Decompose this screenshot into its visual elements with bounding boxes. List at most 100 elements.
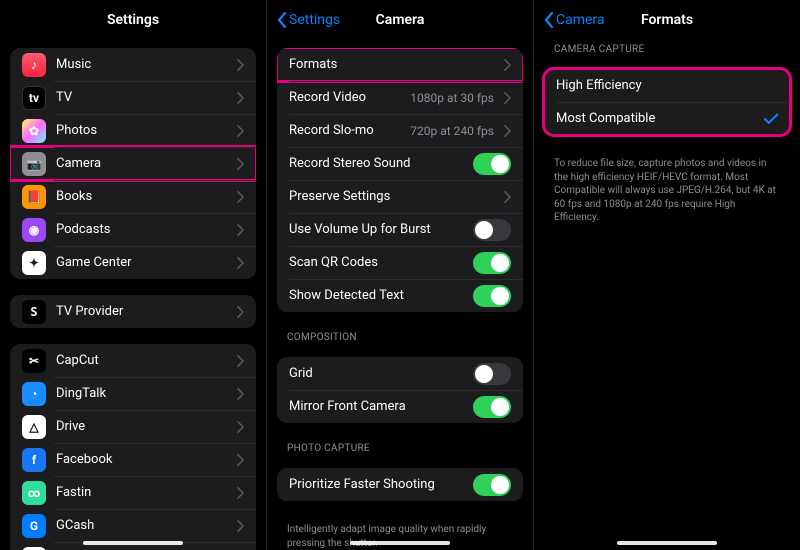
row-grid[interactable]: Grid [277,357,523,390]
camera-pane: Settings Camera Formats Record Video1080p… [266,0,533,550]
chevron-right-icon [237,355,244,367]
chevron-right-icon [504,59,511,71]
row-formats[interactable]: Formats [277,48,523,81]
row-detail: 720p at 240 fps [410,124,494,138]
chevron-right-icon [237,520,244,532]
chevron-right-icon [237,125,244,137]
row-label: DingTalk [56,386,227,401]
row-label: TV Provider [56,304,227,319]
settings-pane: Settings ♪Music tv TV ✿Photos 📷 Camera 📕 Books ◉… [0,0,266,550]
chevron-right-icon [237,388,244,400]
settings-row-tv-provider[interactable]: STV Provider [10,295,256,328]
music-icon: ♪ [22,53,46,77]
books-icon: 📕 [22,185,46,209]
chevron-right-icon [237,257,244,269]
fastin-icon: ∞ [22,481,46,505]
settings-row-gcash[interactable]: G GCash [10,509,256,542]
row-label: Camera [56,156,227,171]
back-button[interactable]: Settings [277,12,340,28]
navbar-camera: Settings Camera [267,0,533,40]
home-indicator[interactable] [350,541,450,545]
chevron-right-icon [504,191,511,203]
row-label: Photos [56,123,227,138]
row-label: Game Center [56,255,227,270]
toggle-mirror-front-camera[interactable] [473,396,511,418]
home-indicator[interactable] [83,541,183,545]
settings-group: ✂CapCut ◔ DingTalk △ Drive fFacebook ∞ Fastin GG… [10,344,256,550]
navbar-formats: Camera Formats [534,0,800,40]
row-label: Show Detected Text [289,288,463,303]
gamecenter-icon: ✦ [22,251,46,275]
row-record-slo-mo[interactable]: Record Slo-mo720p at 240 fps [277,114,523,147]
formats-pane: Camera Formats Camera Capture High Effici… [533,0,800,550]
group-header: Composition [267,328,533,349]
group-header: Camera Capture [534,40,800,61]
row-preserve-settings[interactable]: Preserve Settings [277,180,523,213]
page-title: Formats [641,12,693,28]
chevron-right-icon [237,306,244,318]
row-label: Record Stereo Sound [289,156,463,171]
row-label: CapCut [56,353,227,368]
settings-row-facebook[interactable]: fFacebook [10,443,256,476]
row-use-volume-up-for-burst[interactable]: Use Volume Up for Burst [277,213,523,246]
settings-row-game-center[interactable]: ✦ Game Center [10,246,256,279]
settings-row-drive[interactable]: △ Drive [10,410,256,443]
toggle-scan-qr-codes[interactable] [473,252,511,274]
settings-row-photos[interactable]: ✿Photos [10,114,256,147]
row-high-efficiency[interactable]: High Efficiency [544,69,790,102]
chevron-right-icon [237,59,244,71]
toggle-show-detected-text[interactable] [473,285,511,307]
settings-group: Prioritize Faster Shooting [277,468,523,501]
toggle-prioritize-faster-shooting[interactable] [473,474,511,496]
settings-row-podcasts[interactable]: ◉Podcasts [10,213,256,246]
row-detail: 1080p at 30 fps [410,91,494,105]
gcash-icon: G [22,514,46,538]
row-label: Prioritize Faster Shooting [289,477,463,492]
chevron-right-icon [237,421,244,433]
row-label: Books [56,189,227,204]
settings-group: High Efficiency Most Compatible [544,69,790,135]
settings-row-camera[interactable]: 📷 Camera [10,147,256,180]
toggle-use-volume-up-for-burst[interactable] [473,219,511,241]
row-prioritize-faster-shooting[interactable]: Prioritize Faster Shooting [277,468,523,501]
settings-row-dingtalk[interactable]: ◔ DingTalk [10,377,256,410]
drive-icon: △ [22,415,46,439]
row-label: High Efficiency [556,78,778,93]
settings-row-fastin[interactable]: ∞ Fastin [10,476,256,509]
chevron-right-icon [237,92,244,104]
row-show-detected-text[interactable]: Show Detected Text [277,279,523,312]
chevron-left-icon [277,12,287,28]
row-label: Formats [289,57,494,72]
settings-row-music[interactable]: ♪Music [10,48,256,81]
group-footer: Intelligently adapt image quality when r… [267,517,533,550]
back-label: Settings [289,12,340,28]
row-record-stereo-sound[interactable]: Record Stereo Sound [277,147,523,180]
row-scan-qr-codes[interactable]: Scan QR Codes [277,246,523,279]
chevron-right-icon [504,125,511,137]
row-label: Facebook [56,452,227,467]
row-mirror-front-camera[interactable]: Mirror Front Camera [277,390,523,423]
tv-icon: tv [22,86,46,110]
navbar-settings: Settings [0,0,266,40]
settings-row-books[interactable]: 📕 Books [10,180,256,213]
chevron-right-icon [237,454,244,466]
row-label: Drive [56,419,227,434]
gmail-icon: M [22,547,46,550]
row-most-compatible[interactable]: Most Compatible [544,102,790,135]
settings-row-tv[interactable]: tv TV [10,81,256,114]
row-label: GCash [56,518,227,533]
row-label: TV [56,90,227,105]
chevron-right-icon [237,224,244,236]
toggle-grid[interactable] [473,363,511,385]
settings-row-capcut[interactable]: ✂CapCut [10,344,256,377]
dingtalk-icon: ◔ [22,382,46,406]
row-label: Fastin [56,485,227,500]
camera-icon: 📷 [22,152,46,176]
toggle-record-stereo-sound[interactable] [473,153,511,175]
podcasts-icon: ◉ [22,218,46,242]
back-button[interactable]: Camera [544,12,605,28]
home-indicator[interactable] [617,541,717,545]
chevron-right-icon [237,191,244,203]
settings-group: GridMirror Front Camera [277,357,523,423]
row-record-video[interactable]: Record Video1080p at 30 fps [277,81,523,114]
